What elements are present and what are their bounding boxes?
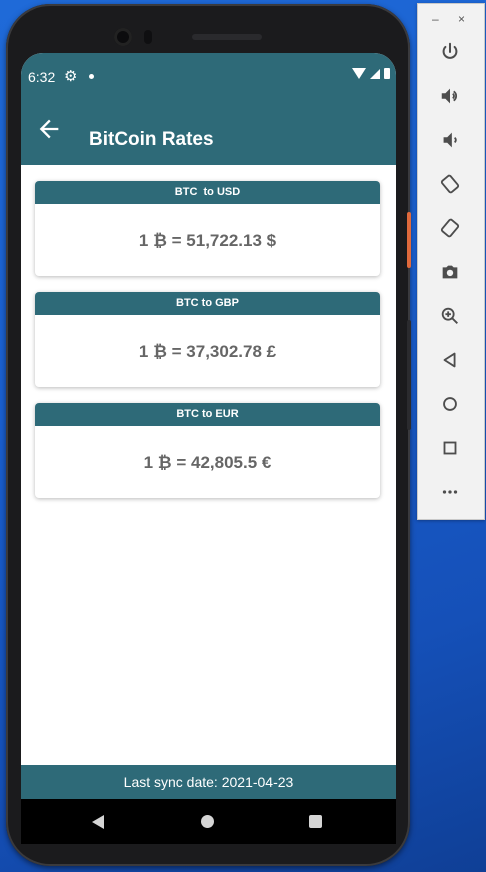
sensor <box>144 30 152 44</box>
rate-card-header: BTC to USD <box>35 181 380 204</box>
rate-card-eur: BTC to EUR 1 ₿ = 42,805.5 € <box>35 403 380 498</box>
rate-card-value: 1 ₿ = 51,722.13 $ <box>138 231 277 250</box>
system-nav-bar <box>21 799 396 844</box>
nav-recents-icon[interactable] <box>309 815 322 828</box>
home-icon[interactable] <box>436 390 464 418</box>
rate-card-gbp: BTC to GBP 1 ₿ = 37,302.78 £ <box>35 292 380 387</box>
status-icons <box>352 68 390 79</box>
app-title: BitCoin Rates <box>89 129 214 150</box>
back-icon[interactable] <box>436 346 464 374</box>
rate-card-header: BTC to EUR <box>35 403 380 426</box>
emulator-window-controls: – × <box>418 12 484 26</box>
zoom-icon[interactable] <box>436 302 464 330</box>
phone-screen: 6:32 ⚙ BitCoin Rates BTC to USD 1 ₿ = 51… <box>21 53 396 799</box>
battery-icon <box>384 68 390 79</box>
front-camera <box>114 28 132 46</box>
overview-icon[interactable] <box>436 434 464 462</box>
volume-down-icon[interactable] <box>436 126 464 154</box>
rate-card-value: 1 ₿ = 42,805.5 € <box>143 453 272 472</box>
more-icon[interactable] <box>436 478 464 506</box>
rate-card-usd: BTC to USD 1 ₿ = 51,722.13 $ <box>35 181 380 276</box>
earpiece-speaker <box>192 34 262 40</box>
rate-card-header: BTC to GBP <box>35 292 380 315</box>
notification-dot-icon <box>89 74 94 79</box>
app-bar: BitCoin Rates <box>21 99 396 165</box>
rate-card-value: 1 ₿ = 37,302.78 £ <box>138 342 277 361</box>
volume-up-icon[interactable] <box>436 82 464 110</box>
emulator-toolbar: – × <box>417 3 485 520</box>
rotate-left-icon[interactable] <box>436 170 464 198</box>
close-button[interactable]: × <box>458 12 465 26</box>
minimize-button[interactable]: – <box>432 12 439 26</box>
power-icon[interactable] <box>436 38 464 66</box>
signal-icon <box>370 68 380 79</box>
wifi-icon <box>352 68 366 79</box>
nav-home-icon[interactable] <box>201 815 214 828</box>
nav-back-icon[interactable] <box>92 815 104 829</box>
rotate-right-icon[interactable] <box>436 214 464 242</box>
status-bar: 6:32 ⚙ <box>21 53 396 99</box>
back-arrow-icon[interactable] <box>35 115 63 143</box>
volume-side-button <box>407 320 411 430</box>
sync-footer: Last sync date: 2021-04-23 <box>21 765 396 799</box>
camera-icon[interactable] <box>436 258 464 286</box>
settings-icon: ⚙ <box>64 68 78 85</box>
status-time: 6:32 <box>28 69 56 85</box>
power-side-button <box>407 212 411 268</box>
